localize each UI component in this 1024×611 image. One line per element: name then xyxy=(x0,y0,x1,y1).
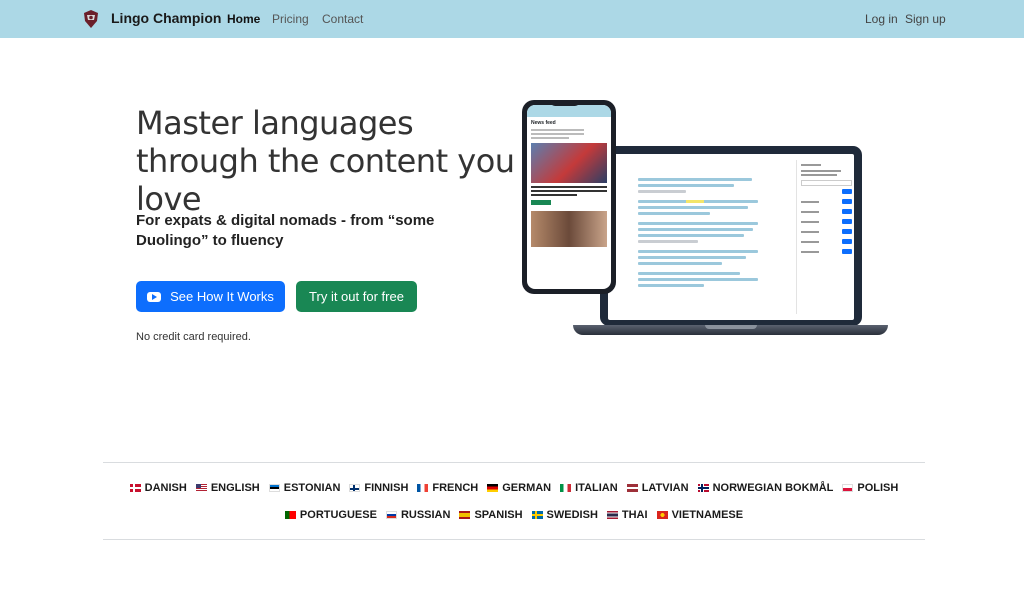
estonia-flag-icon xyxy=(268,484,280,492)
russia-flag-icon xyxy=(385,511,397,519)
language-swedish[interactable]: SWEDISH xyxy=(531,509,598,521)
laptop-screen-content xyxy=(608,154,854,320)
youtube-play-icon xyxy=(147,291,162,302)
norway-flag-icon xyxy=(697,484,709,492)
phone-feed-title: News feed xyxy=(531,120,556,126)
thailand-flag-icon xyxy=(606,511,618,519)
poland-flag-icon xyxy=(842,484,854,492)
phone-screen-content: News feed xyxy=(527,105,611,289)
language-danish[interactable]: DANISH xyxy=(129,482,187,494)
finland-flag-icon xyxy=(349,484,361,492)
languages-divider-bottom xyxy=(103,539,925,540)
germany-flag-icon xyxy=(487,484,499,492)
france-flag-icon xyxy=(417,484,429,492)
hero-subtitle: For expats & digital nomads - from “some… xyxy=(136,212,435,249)
phone-header-bar xyxy=(527,105,611,117)
phone-categories xyxy=(531,129,607,139)
top-navbar: Lingo Champion Home Pricing Contact Log … xyxy=(0,0,1024,38)
language-norwegian-bokmal[interactable]: NORWEGIAN BOKMÅL xyxy=(697,482,833,494)
nav-pricing-link[interactable]: Pricing xyxy=(272,12,309,26)
language-spanish[interactable]: SPANISH xyxy=(459,509,523,521)
see-how-label: See How It Works xyxy=(170,289,274,304)
language-latvian[interactable]: LATVIAN xyxy=(626,482,689,494)
nav-home-link[interactable]: Home xyxy=(227,12,260,26)
language-english[interactable]: ENGLISH xyxy=(195,482,260,494)
login-link[interactable]: Log in xyxy=(865,12,898,26)
phone-second-article-image xyxy=(531,211,607,247)
spain-flag-icon xyxy=(459,511,471,519)
language-german[interactable]: GERMAN xyxy=(487,482,551,494)
article-preview xyxy=(638,178,758,290)
language-estonian[interactable]: ESTONIAN xyxy=(268,482,340,494)
portugal-flag-icon xyxy=(284,511,296,519)
languages-row-1: DANISH ENGLISH ESTONIAN FINNISH FRENCH G… xyxy=(103,482,925,494)
phone-mockup-image: News feed xyxy=(522,100,616,294)
laptop-notch xyxy=(705,325,757,329)
try-it-free-button[interactable]: Try it out for free xyxy=(296,281,417,312)
phone-article-image xyxy=(531,143,607,183)
see-how-it-works-button[interactable]: See How It Works xyxy=(136,281,285,312)
phone-notch xyxy=(550,100,580,106)
signup-link[interactable]: Sign up xyxy=(905,12,946,26)
language-russian[interactable]: RUSSIAN xyxy=(385,509,450,521)
laptop-mockup-image xyxy=(600,146,862,326)
language-portuguese[interactable]: PORTUGUESE xyxy=(284,509,377,521)
language-polish[interactable]: POLISH xyxy=(842,482,898,494)
language-italian[interactable]: ITALIAN xyxy=(560,482,618,494)
denmark-flag-icon xyxy=(129,484,141,492)
phone-article-text xyxy=(531,186,607,196)
italy-flag-icon xyxy=(560,484,572,492)
languages-row-2: PORTUGUESE RUSSIAN SPANISH SWEDISH THAI … xyxy=(103,509,925,521)
translation-side-panel xyxy=(796,160,852,314)
language-vietnamese[interactable]: VIETNAMESE xyxy=(656,509,743,521)
no-credit-card-note: No credit card required. xyxy=(136,331,251,343)
brand-name[interactable]: Lingo Champion xyxy=(111,10,221,26)
sweden-flag-icon xyxy=(531,511,543,519)
brand-logo-icon[interactable] xyxy=(82,9,100,29)
language-finnish[interactable]: FINNISH xyxy=(349,482,408,494)
vietnam-flag-icon xyxy=(656,511,668,519)
nav-contact-link[interactable]: Contact xyxy=(322,12,363,26)
hero-title: Master languages through the content you… xyxy=(136,104,515,218)
usa-flag-icon xyxy=(195,484,207,492)
phone-read-button xyxy=(531,200,551,205)
language-thai[interactable]: THAI xyxy=(606,509,648,521)
languages-divider-top xyxy=(103,462,925,463)
language-french[interactable]: FRENCH xyxy=(417,482,478,494)
latvia-flag-icon xyxy=(626,484,638,492)
